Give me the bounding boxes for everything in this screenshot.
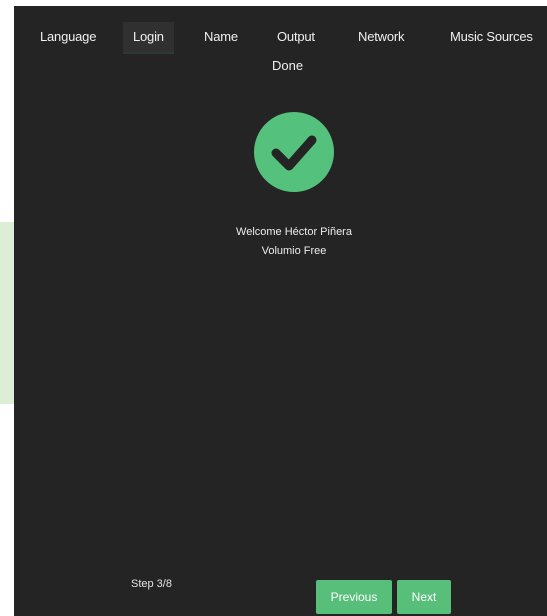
step-indicator: Step 3/8 [131,578,172,590]
welcome-message: Welcome Héctor Piñera [236,226,352,238]
plan-name: Volumio Free [261,245,327,257]
checkmark-icon [271,135,317,171]
wizard-tabs: Language Login Name Output Network Music… [14,20,547,60]
tab-login[interactable]: Login [123,22,174,54]
check-circle-icon [254,112,334,192]
left-panel-edge [0,222,14,404]
tab-language[interactable]: Language [40,22,96,52]
tab-music-sources[interactable]: Music Sources [450,22,533,52]
tab-name[interactable]: Name [204,22,238,52]
setup-wizard: Language Login Name Output Network Music… [14,6,547,616]
tab-network[interactable]: Network [358,22,404,52]
previous-button[interactable]: Previous [316,580,392,614]
tab-output[interactable]: Output [277,22,315,52]
next-button[interactable]: Next [397,580,451,614]
tab-done[interactable]: Done [272,58,303,73]
